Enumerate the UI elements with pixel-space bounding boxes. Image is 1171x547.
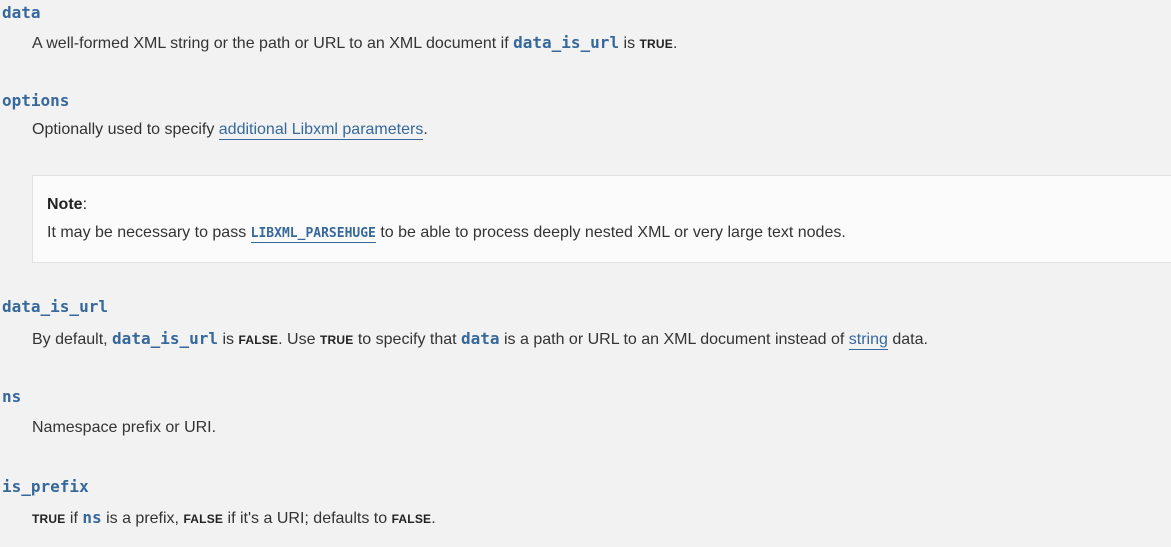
param-name-is-prefix: is_prefix	[2, 477, 89, 496]
desc-text: is a path or URL to an XML document inst…	[499, 331, 849, 348]
param-name-data-is-url: data_is_url	[2, 297, 108, 316]
constant-true: TRUE	[319, 333, 354, 347]
desc-text: is	[218, 331, 239, 348]
param-desc-data: A well-formed XML string or the path or …	[32, 33, 677, 54]
libxml-parsehuge-link[interactable]: LIBXML_PARSEHUGE	[250, 226, 376, 243]
libxml-parameters-link[interactable]: additional Libxml parameters	[218, 121, 424, 140]
param-name-options: options	[2, 91, 70, 110]
desc-text: By default,	[32, 331, 113, 348]
param-ref-ns: ns	[82, 508, 102, 527]
note-title: Note:	[47, 195, 87, 215]
constant-false: FALSE	[183, 512, 224, 526]
param-ref-data: data	[461, 329, 500, 348]
param-desc-ns: Namespace prefix or URI.	[32, 419, 217, 436]
param-desc-data-is-url: By default, data_is_url is FALSE. Use TR…	[32, 329, 928, 350]
param-ref-data-is-url: data_is_url	[513, 33, 620, 52]
note-label: Note	[47, 196, 83, 213]
constant-false: FALSE	[391, 512, 432, 526]
note-text: to be able to process deeply nested XML …	[375, 224, 846, 241]
desc-text: Optionally used to specify	[32, 121, 219, 138]
param-ref-data-is-url: data_is_url	[112, 329, 219, 348]
desc-text: A well-formed XML string or the path or …	[32, 35, 514, 52]
desc-text: is a prefix,	[101, 510, 184, 527]
constant-true: TRUE	[639, 37, 673, 51]
desc-text: is	[619, 35, 640, 52]
desc-text: . Use	[278, 331, 320, 348]
note-text: It may be necessary to pass	[47, 224, 251, 241]
constant-true: TRUE	[32, 512, 66, 526]
note-colon: :	[82, 196, 88, 213]
desc-text: .	[423, 121, 428, 138]
param-desc-is-prefix: TRUE if ns is a prefix, FALSE if it's a …	[32, 508, 436, 529]
desc-text: .	[673, 35, 678, 52]
note-box: Note: It may be necessary to pass LIBXML…	[32, 175, 1171, 263]
desc-text: .	[431, 510, 436, 527]
desc-text: if	[65, 510, 83, 527]
desc-text: to specify that	[353, 331, 462, 348]
param-name-ns: ns	[2, 387, 22, 406]
note-body: It may be necessary to pass LIBXML_PARSE…	[47, 223, 846, 244]
param-desc-options: Optionally used to specify additional Li…	[32, 120, 428, 140]
desc-text: if it's a URI; defaults to	[223, 510, 392, 527]
constant-false: FALSE	[238, 333, 279, 347]
string-type-link[interactable]: string	[848, 331, 888, 350]
desc-text: data.	[887, 331, 928, 348]
param-name-data: data	[2, 3, 41, 22]
